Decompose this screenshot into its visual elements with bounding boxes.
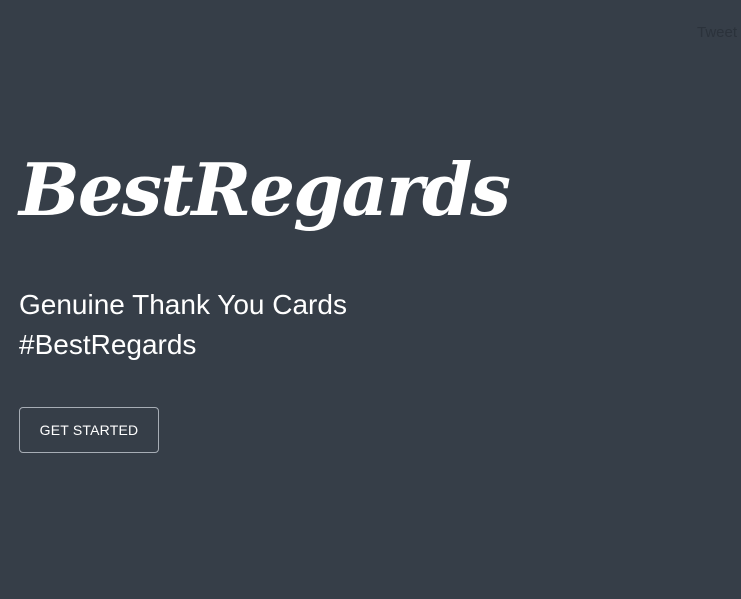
tagline-hashtag: #BestRegards [19,329,197,360]
tagline: Genuine Thank You Cards #BestRegards [19,285,719,365]
brand-title: BestRegards [19,147,511,232]
tagline-line-1: Genuine Thank You Cards [19,289,347,320]
tweet-link[interactable]: Tweet [697,24,737,41]
get-started-button[interactable]: GET STARTED [19,407,159,453]
hero-section: BestRegards Genuine Thank You Cards #Bes… [19,140,719,365]
